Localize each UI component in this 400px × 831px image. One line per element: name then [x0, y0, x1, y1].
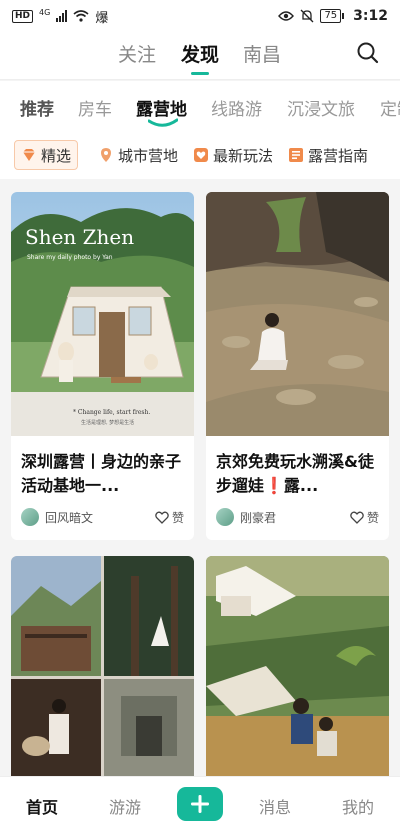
active-tab-indicator	[191, 72, 209, 75]
heart-badge-icon	[194, 148, 208, 162]
like-label: 赞	[366, 510, 379, 525]
card-photo-tent: Shen Zhen Share my daily photo by Yan * …	[11, 192, 194, 436]
feed-card[interactable]	[206, 556, 389, 786]
tab-discover-label: 发现	[181, 44, 220, 66]
diamond-icon	[23, 149, 35, 161]
category-tab-bar: 推荐 房车 露营地 线路游 沉浸文旅 定制	[0, 81, 400, 129]
card-photo-collage	[11, 556, 194, 786]
heart-icon	[155, 511, 169, 524]
category-custom[interactable]: 定制	[380, 95, 400, 120]
chip-new-play[interactable]: 最新玩法	[187, 140, 279, 170]
nav-home[interactable]: 首页	[12, 794, 72, 818]
chip-featured-label: 精选	[41, 146, 72, 165]
speed-boost-icon: 爆	[95, 10, 109, 26]
location-pin-icon	[101, 148, 111, 162]
feed-card[interactable]: Shen Zhen Share my daily photo by Yan * …	[11, 192, 194, 540]
category-route-tour[interactable]: 线路游	[211, 95, 262, 120]
card-photo-stream	[206, 192, 389, 436]
status-bar: HD 4G 爆 75 3:12	[0, 0, 400, 32]
avatar[interactable]	[21, 508, 39, 526]
clock: 3:12	[353, 8, 388, 24]
photo-quote: * Change life, start fresh.	[73, 409, 150, 416]
nav-me[interactable]: 我的	[328, 794, 388, 818]
heart-icon	[350, 511, 364, 524]
signal-icon	[56, 10, 68, 22]
photo-caption: 生活是理想, 梦想是生活	[81, 419, 134, 426]
chip-featured[interactable]: 精选	[14, 140, 79, 170]
search-icon[interactable]	[356, 41, 380, 65]
top-tab-bar: 关注 发现 南昌	[0, 32, 400, 80]
feed-card[interactable]: 京郊免费玩水溯溪&徒步遛娃❗露... 刚豪君 赞	[206, 192, 389, 540]
eye-icon	[278, 11, 295, 21]
publish-button[interactable]	[177, 787, 223, 821]
mute-bell-icon	[300, 9, 314, 23]
nav-messages[interactable]: 消息	[245, 794, 305, 818]
battery-indicator: 75	[320, 9, 344, 23]
chip-city-camp[interactable]: 城市营地	[92, 140, 184, 170]
status-left: HD 4G 爆	[12, 7, 108, 26]
photo-heading: Shen Zhen	[25, 225, 134, 249]
card-photo-glamping	[206, 556, 389, 786]
photo-subheading: Share my daily photo by Yan	[27, 254, 113, 261]
card-title: 京郊免费玩水溯溪&徒步遛娃❗露...	[216, 452, 374, 495]
like-label: 赞	[171, 510, 184, 525]
chip-camping-guide[interactable]: 露营指南	[282, 140, 374, 170]
tab-discover[interactable]: 发现	[181, 40, 220, 75]
card-meta: 回风暗文 赞	[21, 507, 184, 527]
tab-city-label: 南昌	[243, 44, 282, 66]
filter-chip-row: 精选 城市营地 最新玩法 露营指南	[0, 129, 400, 179]
card-title: 深圳露营丨身边的亲子活动基地一...	[21, 452, 182, 495]
card-meta: 刚豪君 赞	[216, 507, 379, 527]
tab-follow-label: 关注	[118, 44, 157, 66]
chip-camping-guide-label: 露营指南	[308, 146, 369, 165]
author-name[interactable]: 回风暗文	[45, 509, 93, 526]
category-recommend[interactable]: 推荐	[20, 95, 54, 120]
network-type: 4G	[39, 7, 51, 17]
like-button[interactable]: 赞	[155, 509, 184, 526]
tab-city[interactable]: 南昌	[243, 40, 281, 67]
feed-card[interactable]	[11, 556, 194, 786]
bottom-nav: 首页 游游 消息 我的	[0, 776, 400, 831]
like-button[interactable]: 赞	[350, 509, 379, 526]
active-category-swoosh	[148, 118, 178, 127]
guide-book-icon	[289, 148, 303, 162]
app-screen: HD 4G 爆 75 3:12 关注 发现 南昌 推荐 房车 露营地 线路游 沉…	[0, 0, 400, 831]
category-campsite[interactable]: 露营地	[136, 95, 187, 120]
avatar[interactable]	[216, 508, 234, 526]
hd-indicator: HD	[12, 9, 34, 23]
tab-follow[interactable]: 关注	[118, 40, 156, 67]
nav-tour[interactable]: 游游	[95, 794, 155, 818]
chip-city-camp-label: 城市营地	[118, 146, 179, 165]
author-name[interactable]: 刚豪君	[240, 509, 276, 526]
wifi-icon	[73, 10, 89, 22]
status-right: 75 3:12	[278, 8, 388, 24]
plus-icon	[191, 795, 209, 813]
category-immersive-culture[interactable]: 沉浸文旅	[287, 95, 355, 120]
category-rv[interactable]: 房车	[78, 95, 112, 120]
chip-new-play-label: 最新玩法	[213, 146, 274, 165]
